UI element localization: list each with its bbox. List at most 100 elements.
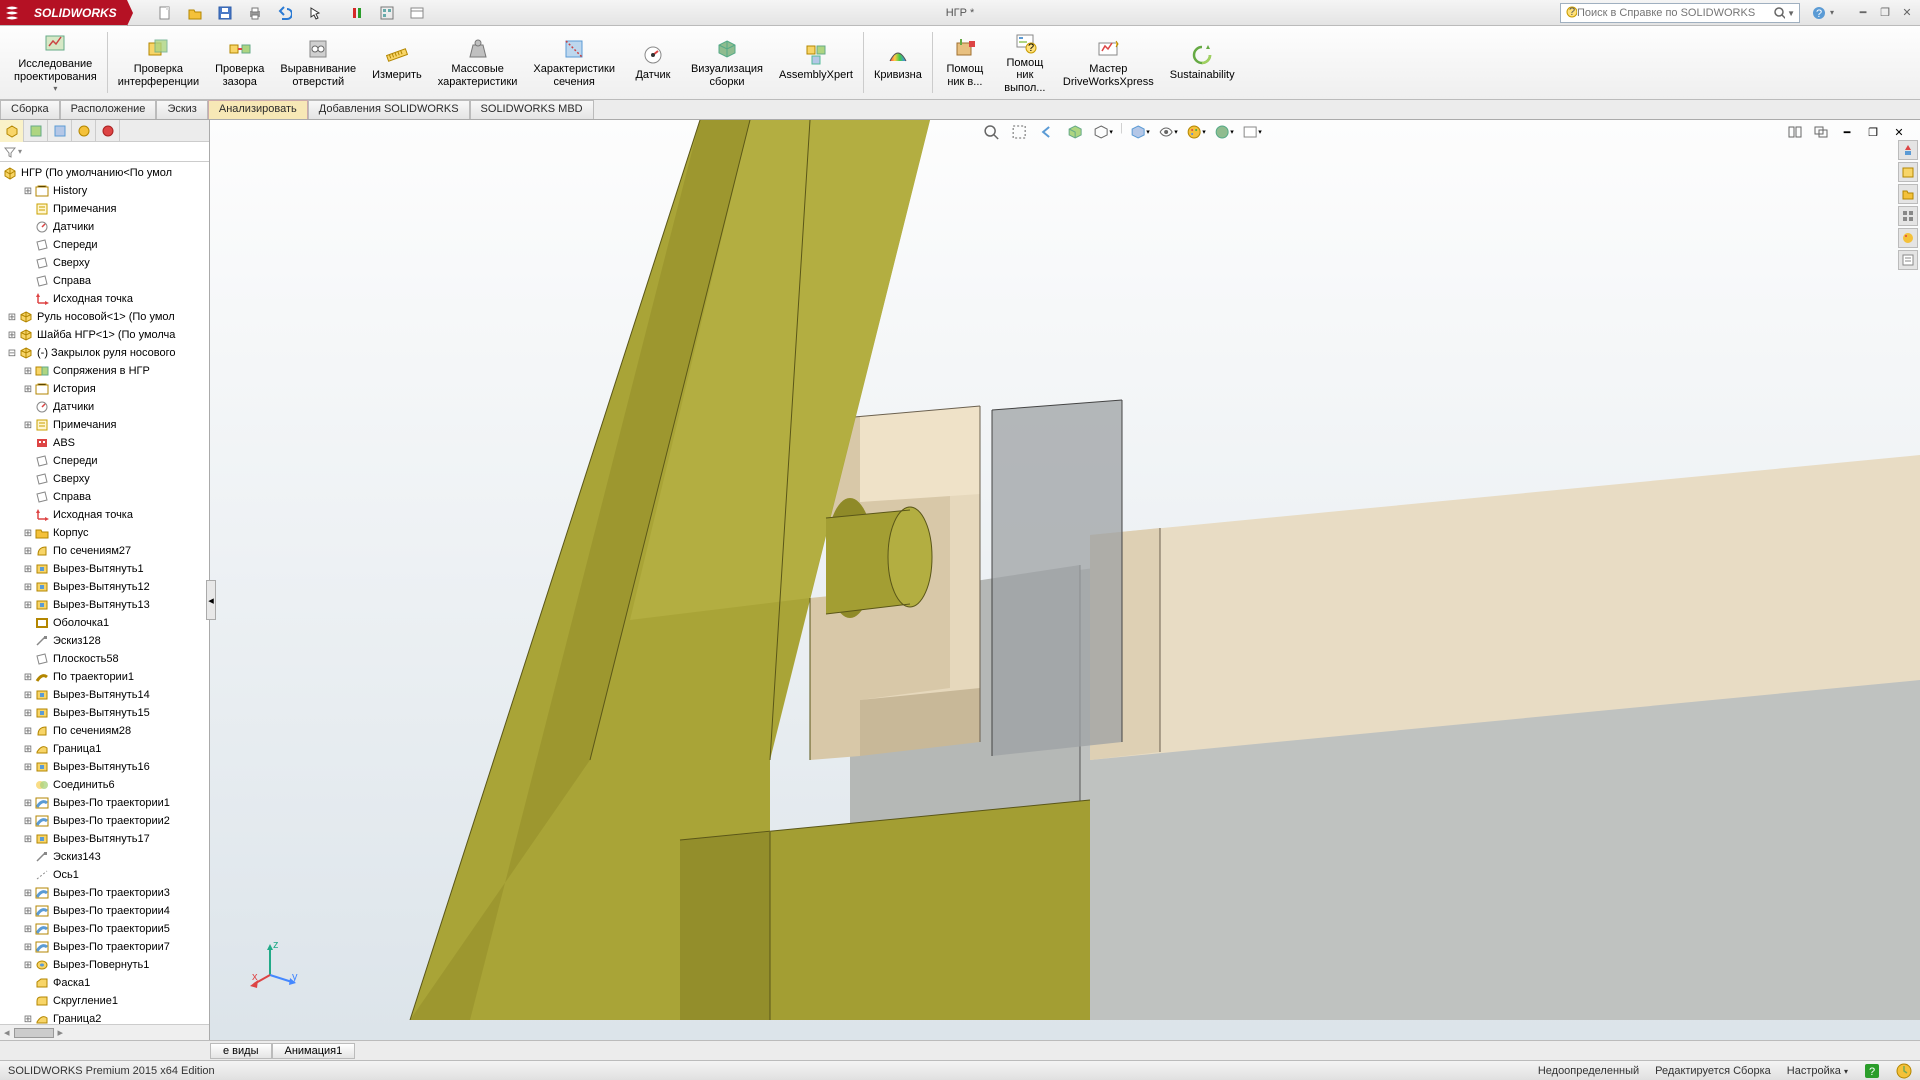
tree-item[interactable]: ⊞Вырез-По траектории1 — [0, 794, 209, 812]
tree-item[interactable]: Исходная точка — [0, 506, 209, 524]
tree-expander[interactable]: ⊞ — [22, 798, 34, 809]
tree-item[interactable]: ⊞Вырез-Вытянуть15 — [0, 704, 209, 722]
tree-expander[interactable]: ⊞ — [6, 312, 18, 323]
tree-item[interactable]: ⊞Вырез-По траектории2 — [0, 812, 209, 830]
tree-expander[interactable]: ⊞ — [22, 1014, 34, 1025]
tree-item[interactable]: ⊟(-) Закрылок руля носового — [0, 344, 209, 362]
bottom-tab-animation[interactable]: Анимация1 — [272, 1043, 356, 1059]
tree-item[interactable]: Примечания — [0, 200, 209, 218]
tree-item[interactable]: Сверху — [0, 470, 209, 488]
tab-sketch[interactable]: Эскиз — [156, 100, 207, 119]
tree-item[interactable]: Фаска1 — [0, 974, 209, 992]
display-style-button[interactable]: ▾ — [1129, 122, 1151, 142]
search-dropdown-icon[interactable]: ▼ — [1787, 9, 1795, 18]
tree-expander[interactable]: ⊞ — [6, 330, 18, 341]
edit-appearance-button[interactable]: ▾ — [1185, 122, 1207, 142]
rebuild-button[interactable] — [345, 3, 369, 23]
tree-item[interactable]: ⊞Вырез-Вытянуть17 — [0, 830, 209, 848]
ribbon-asmxpert[interactable]: AssemblyXpert — [771, 26, 861, 99]
ribbon-helper1[interactable]: Помощник в... — [935, 26, 995, 99]
tree-item[interactable]: Эскиз128 — [0, 632, 209, 650]
dimxpert-tab[interactable] — [72, 120, 96, 142]
apply-scene-button[interactable]: ▾ — [1213, 122, 1235, 142]
help-search-input[interactable] — [1577, 7, 1773, 19]
tree-item[interactable]: Сверху — [0, 254, 209, 272]
select-button[interactable] — [303, 3, 327, 23]
tab-assembly[interactable]: Сборка — [0, 100, 60, 119]
config-manager-tab[interactable] — [48, 120, 72, 142]
display-manager-tab[interactable] — [96, 120, 120, 142]
solidworks-ds-logo[interactable] — [0, 0, 24, 25]
section-view-button[interactable] — [1064, 122, 1086, 142]
ribbon-sustainability[interactable]: Sustainability — [1162, 26, 1243, 99]
tree-item[interactable]: Спереди — [0, 236, 209, 254]
tree-item[interactable]: Датчики — [0, 218, 209, 236]
taskpane-appearances[interactable] — [1898, 228, 1918, 248]
tree-item[interactable]: ⊞История — [0, 380, 209, 398]
bottom-tab-views[interactable]: е виды — [210, 1043, 272, 1059]
tab-mbd[interactable]: SOLIDWORKS MBD — [470, 100, 594, 119]
tree-item[interactable]: Датчики — [0, 398, 209, 416]
tree-item[interactable]: Справа — [0, 272, 209, 290]
save-button[interactable] — [213, 3, 237, 23]
tree-expander[interactable]: ⊞ — [22, 816, 34, 827]
tree-item[interactable]: Спереди — [0, 452, 209, 470]
tree-item[interactable]: ⊞Примечания — [0, 416, 209, 434]
property-manager-tab[interactable] — [24, 120, 48, 142]
settings-button[interactable] — [405, 3, 429, 23]
tree-expander[interactable]: ⊞ — [22, 708, 34, 719]
tree-expander[interactable]: ⊞ — [22, 600, 34, 611]
tree-expander[interactable]: ⊞ — [22, 546, 34, 557]
taskpane-resources[interactable] — [1898, 140, 1918, 160]
view-settings-button[interactable]: ▾ — [1241, 122, 1263, 142]
tree-expander[interactable]: ⊞ — [22, 762, 34, 773]
taskpane-view-palette[interactable] — [1898, 206, 1918, 226]
tree-expander[interactable]: ⊞ — [22, 420, 34, 431]
restore-button[interactable]: ❐ — [1876, 5, 1894, 21]
tree-expander[interactable]: ⊞ — [22, 906, 34, 917]
help-search-box[interactable]: ? ▼ — [1560, 3, 1800, 23]
tree-item[interactable]: ⊞По сечениям27 — [0, 542, 209, 560]
hide-show-button[interactable]: ▾ — [1157, 122, 1179, 142]
options-button[interactable] — [375, 3, 399, 23]
tab-addins[interactable]: Добавления SOLIDWORKS — [308, 100, 470, 119]
tree-expander[interactable]: ⊞ — [22, 186, 34, 197]
tree-item[interactable]: Ось1 — [0, 866, 209, 884]
tree-body[interactable]: НГР (По умолчанию<По умол ⊞HistoryПримеч… — [0, 162, 209, 1024]
tree-item[interactable]: ⊞По сечениям28 — [0, 722, 209, 740]
status-custom[interactable]: Настройка ▾ — [1787, 1065, 1848, 1077]
ribbon-design-study[interactable]: Исследование проектирования ▾ — [6, 26, 105, 99]
tree-item[interactable]: ⊞Вырез-Вытянуть12 — [0, 578, 209, 596]
view-orient-button[interactable]: ▾ — [1092, 122, 1114, 142]
new-doc-button[interactable] — [153, 3, 177, 23]
open-button[interactable] — [183, 3, 207, 23]
tree-expander[interactable]: ⊞ — [22, 942, 34, 953]
tree-root[interactable]: НГР (По умолчанию<По умол — [0, 164, 209, 182]
tab-layout[interactable]: Расположение — [60, 100, 157, 119]
graphics-viewport[interactable]: ▾ | ▾ ▾ ▾ ▾ ▾ ━ ❐ ✕ — [210, 120, 1920, 1040]
status-help-icon[interactable]: ? — [1864, 1063, 1880, 1079]
ribbon-driveworks[interactable]: МастерDriveWorksXpress — [1055, 26, 1162, 99]
tree-item[interactable]: ⊞Сопряжения в НГР — [0, 362, 209, 380]
tree-expander[interactable]: ⊞ — [22, 582, 34, 593]
tree-item[interactable]: ⊞Вырез-Вытянуть13 — [0, 596, 209, 614]
minimize-button[interactable]: ━ — [1854, 5, 1872, 21]
tab-evaluate[interactable]: Анализировать — [208, 100, 308, 119]
status-rebuild-icon[interactable] — [1896, 1063, 1912, 1079]
tree-item[interactable]: ⊞Корпус — [0, 524, 209, 542]
tree-expander[interactable]: ⊞ — [22, 564, 34, 575]
tree-item[interactable]: ⊞По траектории1 — [0, 668, 209, 686]
ribbon-sensor[interactable]: Датчик — [623, 26, 683, 99]
taskpane-file-explorer[interactable] — [1898, 184, 1918, 204]
ribbon-curvature[interactable]: Кривизна — [866, 26, 930, 99]
ribbon-interference[interactable]: Проверкаинтерференции — [110, 26, 207, 99]
tree-item[interactable]: Исходная точка — [0, 290, 209, 308]
tree-item[interactable]: ⊞Вырез-По траектории7 — [0, 938, 209, 956]
ribbon-clearance[interactable]: Проверказазора — [207, 26, 272, 99]
tree-item[interactable]: ⊞Вырез-По траектории4 — [0, 902, 209, 920]
tree-item[interactable]: Эскиз143 — [0, 848, 209, 866]
zoom-area-button[interactable] — [1008, 122, 1030, 142]
tree-expander[interactable]: ⊞ — [22, 744, 34, 755]
tree-item[interactable]: ⊞Граница2 — [0, 1010, 209, 1024]
tree-filter[interactable]: ▾ — [0, 142, 209, 162]
